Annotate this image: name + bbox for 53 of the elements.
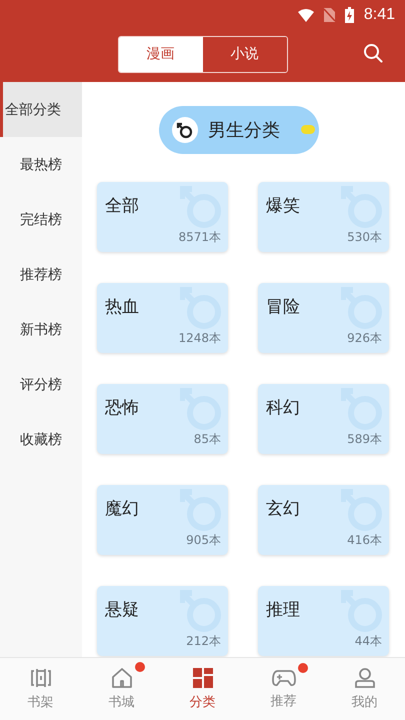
category-name: 冒险 [266, 296, 300, 318]
section-title: 男生分类 [208, 119, 280, 142]
gamepad-icon [272, 668, 296, 688]
category-card[interactable]: 冒险 926本 [258, 283, 389, 353]
sidebar-item[interactable]: 最热榜 [0, 137, 82, 192]
category-card[interactable]: 推理 44本 [258, 586, 389, 656]
book-icon [30, 667, 52, 689]
category-card[interactable]: 悬疑 212本 [97, 586, 228, 656]
notification-dot [298, 663, 308, 673]
category-card[interactable]: 科幻 589本 [258, 384, 389, 454]
category-name: 科幻 [266, 397, 300, 419]
category-count: 926本 [347, 330, 382, 347]
category-name: 爆笑 [266, 195, 300, 217]
category-name: 推理 [266, 599, 300, 621]
sidebar-item[interactable]: 推荐榜 [0, 247, 82, 302]
category-card[interactable]: 热血 1248本 [97, 283, 228, 353]
category-card[interactable]: 爆笑 530本 [258, 182, 389, 252]
grid-icon [192, 667, 214, 689]
category-name: 玄幻 [266, 498, 300, 520]
category-count: 85本 [194, 431, 221, 448]
wifi-icon [298, 8, 314, 22]
search-icon[interactable] [363, 43, 383, 63]
category-count: 905本 [186, 532, 221, 549]
home-icon [110, 667, 132, 689]
category-name: 恐怖 [105, 397, 139, 419]
male-symbol-icon [172, 117, 198, 143]
category-card[interactable]: 玄幻 416本 [258, 485, 389, 555]
sidebar-item[interactable]: 收藏榜 [0, 412, 82, 467]
nav-tab[interactable]: 分类 [162, 658, 243, 720]
sidebar-item[interactable]: 评分榜 [0, 357, 82, 412]
sidebar-item[interactable]: 全部分类 [0, 82, 82, 137]
category-card[interactable]: 恐怖 85本 [97, 384, 228, 454]
category-count: 8571本 [178, 229, 221, 246]
category-card[interactable]: 全部 8571本 [97, 182, 228, 252]
battery-charging-icon [344, 7, 354, 23]
category-count: 44本 [354, 633, 382, 650]
no-sim-icon [324, 8, 335, 22]
category-name: 全部 [105, 195, 139, 217]
status-time: 8:41 [364, 6, 395, 24]
category-name: 热血 [105, 296, 139, 318]
tab[interactable]: 漫画 [118, 36, 202, 72]
notification-dot [134, 662, 144, 672]
user-icon [354, 667, 376, 689]
category-count: 212本 [186, 633, 221, 650]
sidebar-item[interactable]: 完结榜 [0, 192, 82, 247]
category-count: 589本 [347, 431, 382, 448]
category-card[interactable]: 魔幻 905本 [97, 485, 228, 555]
category-count: 416本 [347, 532, 382, 549]
sidebar-item[interactable]: 新书榜 [0, 302, 82, 357]
category-count: 1248本 [178, 330, 221, 347]
category-name: 悬疑 [105, 599, 139, 621]
category-count: 530本 [347, 229, 382, 246]
category-name: 魔幻 [105, 498, 139, 520]
